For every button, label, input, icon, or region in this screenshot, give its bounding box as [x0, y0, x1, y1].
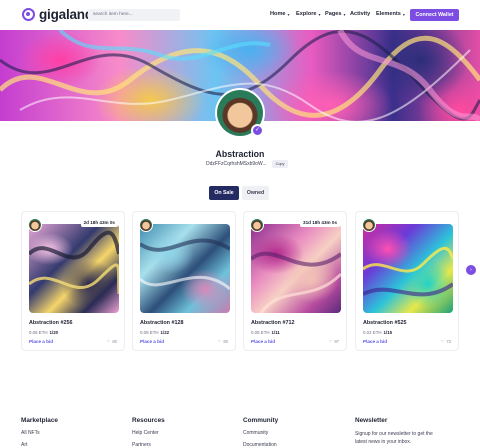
place-bid-link[interactable]: Place a bid [140, 339, 164, 344]
heart-icon: ♡ [106, 339, 111, 344]
price-value: 0.06 ETH [29, 330, 48, 335]
footer-link[interactable]: Community [243, 430, 278, 436]
heart-icon: ♡ [440, 339, 445, 344]
footer-link[interactable]: Partners [132, 442, 165, 448]
likes[interactable]: ♡ 73 [441, 339, 451, 344]
wallet-row: DdzFFzCqrhshMSxb9oW... Copy [206, 160, 289, 168]
price-value: 0.02 ETH [363, 330, 382, 335]
nft-card[interactable]: Abstraction #525 0.02 ETH 1/15 Place a bi… [355, 211, 459, 351]
footer-link[interactable]: Documentation [243, 442, 278, 448]
edition-count: 1/11 [271, 330, 280, 335]
footer-heading: Resources [132, 417, 165, 424]
nft-card[interactable]: Abstraction #128 0.08 ETH 1/22 Place a bi… [132, 211, 236, 351]
nav-explore-label: Explore [296, 11, 317, 17]
nft-price: 0.06 ETH 1/20 [29, 330, 58, 335]
countdown-badge: 31d 18h 43m 0s [300, 218, 340, 227]
nft-image[interactable] [251, 224, 341, 313]
newsletter-text: Signup for our newsletter to get the lat… [355, 430, 433, 446]
countdown-badge: 2d 18h 43m 0s [80, 218, 118, 227]
like-count: 97 [334, 339, 339, 344]
nav-pages-label: Pages [325, 11, 342, 17]
footer-resources: Resources Help Center Partners [132, 417, 165, 448]
likes[interactable]: ♡ 80 [107, 339, 117, 344]
footer-marketplace: Marketplace All NFTs Art [21, 417, 58, 448]
chevron-down-icon: ▾ [402, 11, 405, 17]
heart-icon: ♡ [328, 339, 333, 344]
nft-image[interactable] [140, 224, 230, 313]
place-bid-link[interactable]: Place a bid [29, 339, 53, 344]
newsletter-line-1: Signup for our newsletter to get the [355, 431, 433, 437]
connect-wallet-button[interactable]: Connect Wallet [410, 9, 459, 21]
chevron-down-icon: ▾ [318, 11, 321, 17]
nav-explore[interactable]: Explore ▾ [296, 11, 321, 17]
footer-heading: Newsletter [355, 417, 388, 424]
author-avatar[interactable] [139, 218, 153, 232]
profile-name: Abstraction [215, 149, 265, 159]
nft-artwork [140, 238, 230, 291]
edition-count: 1/15 [383, 330, 393, 335]
chevron-down-icon: ▾ [287, 11, 290, 17]
like-count: 80 [223, 339, 228, 344]
nav-home[interactable]: Home ▾ [270, 11, 290, 17]
footer-link[interactable]: All NFTs [21, 430, 58, 436]
likes[interactable]: ♡ 80 [218, 339, 228, 344]
footer-community: Community Community Documentation [243, 417, 278, 448]
wallet-address: DdzFFzCqrhshMSxb9oW... [206, 161, 267, 167]
place-bid-link[interactable]: Place a bid [363, 339, 387, 344]
logo[interactable]: gigaland [22, 7, 93, 22]
verified-badge-icon: ✓ [251, 124, 264, 137]
nav-pages[interactable]: Pages ▾ [325, 11, 346, 17]
nav-activity-label: Activity [350, 11, 371, 17]
footer-heading: Community [243, 417, 279, 424]
nav-elements[interactable]: Elements ▾ [376, 11, 405, 17]
nft-image[interactable] [29, 224, 119, 313]
edition-count: 1/20 [49, 330, 59, 335]
carousel-next-button[interactable]: › [466, 265, 476, 275]
nft-price: 0.05 ETH 1/11 [251, 330, 280, 335]
nav-activity[interactable]: Activity [350, 11, 370, 17]
nft-title: Abstraction #712 [251, 320, 295, 326]
place-bid-link[interactable]: Place a bid [251, 339, 275, 344]
footer-newsletter: Newsletter Signup for our newsletter to … [355, 417, 433, 446]
nft-title: Abstraction #128 [140, 320, 184, 326]
nft-image[interactable] [363, 224, 453, 313]
nft-card[interactable]: 2d 18h 43m 0s Abstraction #256 0.06 ETH 1… [21, 211, 125, 351]
logo-text: gigaland [39, 7, 93, 22]
nft-price: 0.08 ETH 1/22 [140, 330, 169, 335]
nav-elements-label: Elements [376, 11, 401, 17]
footer-link[interactable]: Help Center [132, 430, 165, 436]
search-input[interactable]: search item here... [88, 9, 180, 21]
chevron-down-icon: ▾ [343, 11, 346, 17]
author-avatar[interactable] [28, 218, 42, 232]
nft-artwork [363, 246, 453, 297]
like-count: 73 [446, 339, 451, 344]
author-avatar[interactable] [250, 218, 264, 232]
tab-on-sale[interactable]: On Sale [209, 186, 239, 200]
footer-link[interactable]: Art [21, 442, 58, 448]
logo-icon [22, 8, 35, 21]
likes[interactable]: ♡ 97 [329, 339, 339, 344]
nft-artwork [251, 251, 341, 313]
price-value: 0.05 ETH [251, 330, 270, 335]
nft-title: Abstraction #256 [29, 320, 73, 326]
author-avatar[interactable] [362, 218, 376, 232]
nft-title: Abstraction #525 [363, 320, 407, 326]
nft-price: 0.02 ETH 1/15 [363, 330, 392, 335]
heart-icon: ♡ [217, 339, 222, 344]
edition-count: 1/22 [160, 330, 170, 335]
newsletter-line-2: latest news in your inbox. [355, 439, 412, 445]
copy-button[interactable]: Copy [271, 160, 289, 168]
nav-home-label: Home [270, 11, 286, 17]
top-header: gigaland search item here... Home ▾ Expl… [0, 0, 480, 30]
nft-artwork [29, 230, 119, 295]
like-count: 80 [112, 339, 117, 344]
nft-card[interactable]: 31d 18h 43m 0s Abstraction #712 0.05 ETH… [243, 211, 347, 351]
footer-heading: Marketplace [21, 417, 58, 424]
price-value: 0.08 ETH [140, 330, 159, 335]
tab-owned[interactable]: Owned [242, 186, 269, 200]
